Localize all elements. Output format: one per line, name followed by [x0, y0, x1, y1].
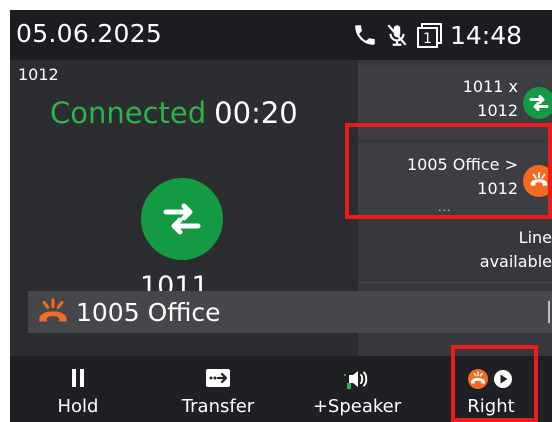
phone-icon	[355, 25, 375, 45]
line-1-icon: 1	[417, 23, 442, 48]
svg-text:1: 1	[423, 31, 432, 47]
swap-icon	[523, 87, 552, 119]
highlight-box	[345, 123, 552, 219]
speaker-button[interactable]: +Speaker	[297, 356, 417, 422]
line-available-text: Line available	[358, 226, 552, 274]
conference-item-number: 1012	[477, 101, 518, 120]
hold-button[interactable]: Hold	[18, 356, 138, 422]
line-number: 1012	[18, 65, 59, 84]
call-timer: 00:20	[214, 96, 298, 130]
pause-icon	[72, 369, 84, 387]
conference-item-text: 1011 x 1012	[338, 75, 518, 123]
status-bar: 05.06.2025 1 14:48	[10, 10, 552, 60]
status-time: 14:48	[450, 20, 523, 50]
conference-item-title: 1011 x	[462, 77, 518, 96]
line-status-label: Line	[518, 228, 552, 247]
held-call-bar[interactable]: 1005 Office	[28, 291, 552, 333]
mic-muted-icon	[387, 24, 407, 46]
swap-icon	[141, 178, 223, 260]
transfer-icon	[206, 369, 230, 387]
divider	[358, 282, 552, 283]
speaker-label: +Speaker	[312, 396, 402, 417]
transfer-button[interactable]: Transfer	[158, 356, 278, 422]
speaker-icon	[344, 371, 368, 389]
status-date: 05.06.2025	[16, 19, 163, 48]
highlight-box	[451, 345, 538, 422]
call-status-row: Connected 00:20	[50, 96, 298, 130]
hold-phone-icon	[39, 298, 67, 322]
transfer-label: Transfer	[181, 396, 255, 417]
status-icons: 1 14:48	[352, 20, 522, 50]
held-call-label: 1005 Office	[76, 297, 221, 327]
call-status: Connected	[50, 96, 207, 130]
line-status-value: available	[479, 252, 552, 271]
hold-label: Hold	[57, 396, 99, 417]
scroll-indicator	[548, 301, 550, 323]
